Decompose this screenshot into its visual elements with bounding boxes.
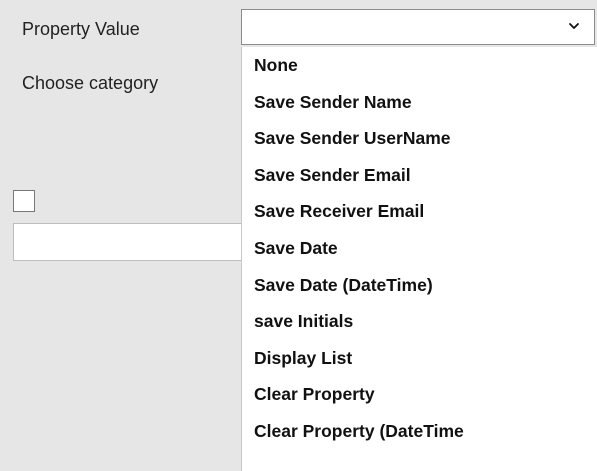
- checkbox[interactable]: [13, 190, 35, 212]
- dropdown-item[interactable]: Display List: [242, 340, 597, 377]
- property-value-select[interactable]: [241, 9, 595, 45]
- dropdown-item[interactable]: Save Date: [242, 230, 597, 267]
- dropdown-item[interactable]: Save Sender Email: [242, 157, 597, 194]
- dropdown-item[interactable]: save Initials: [242, 303, 597, 340]
- property-value-label: Property Value: [22, 19, 140, 39]
- dropdown-list: None Save Sender Name Save Sender UserNa…: [242, 47, 597, 450]
- choose-category-label: Choose category: [22, 73, 159, 93]
- dropdown-item[interactable]: None: [242, 47, 597, 84]
- chevron-down-icon: [569, 23, 579, 29]
- text-input[interactable]: [13, 223, 273, 261]
- dropdown-item[interactable]: Clear Property (DateTime: [242, 413, 597, 450]
- dropdown-item[interactable]: Save Sender Name: [242, 84, 597, 121]
- dropdown-item[interactable]: Save Date (DateTime): [242, 267, 597, 304]
- property-value-dropdown: None Save Sender Name Save Sender UserNa…: [241, 47, 597, 471]
- dropdown-item[interactable]: Save Sender UserName: [242, 120, 597, 157]
- dropdown-item[interactable]: Save Receiver Email: [242, 193, 597, 230]
- dropdown-item[interactable]: Clear Property: [242, 376, 597, 413]
- form-panel: Property Value Choose category None Save…: [0, 0, 597, 471]
